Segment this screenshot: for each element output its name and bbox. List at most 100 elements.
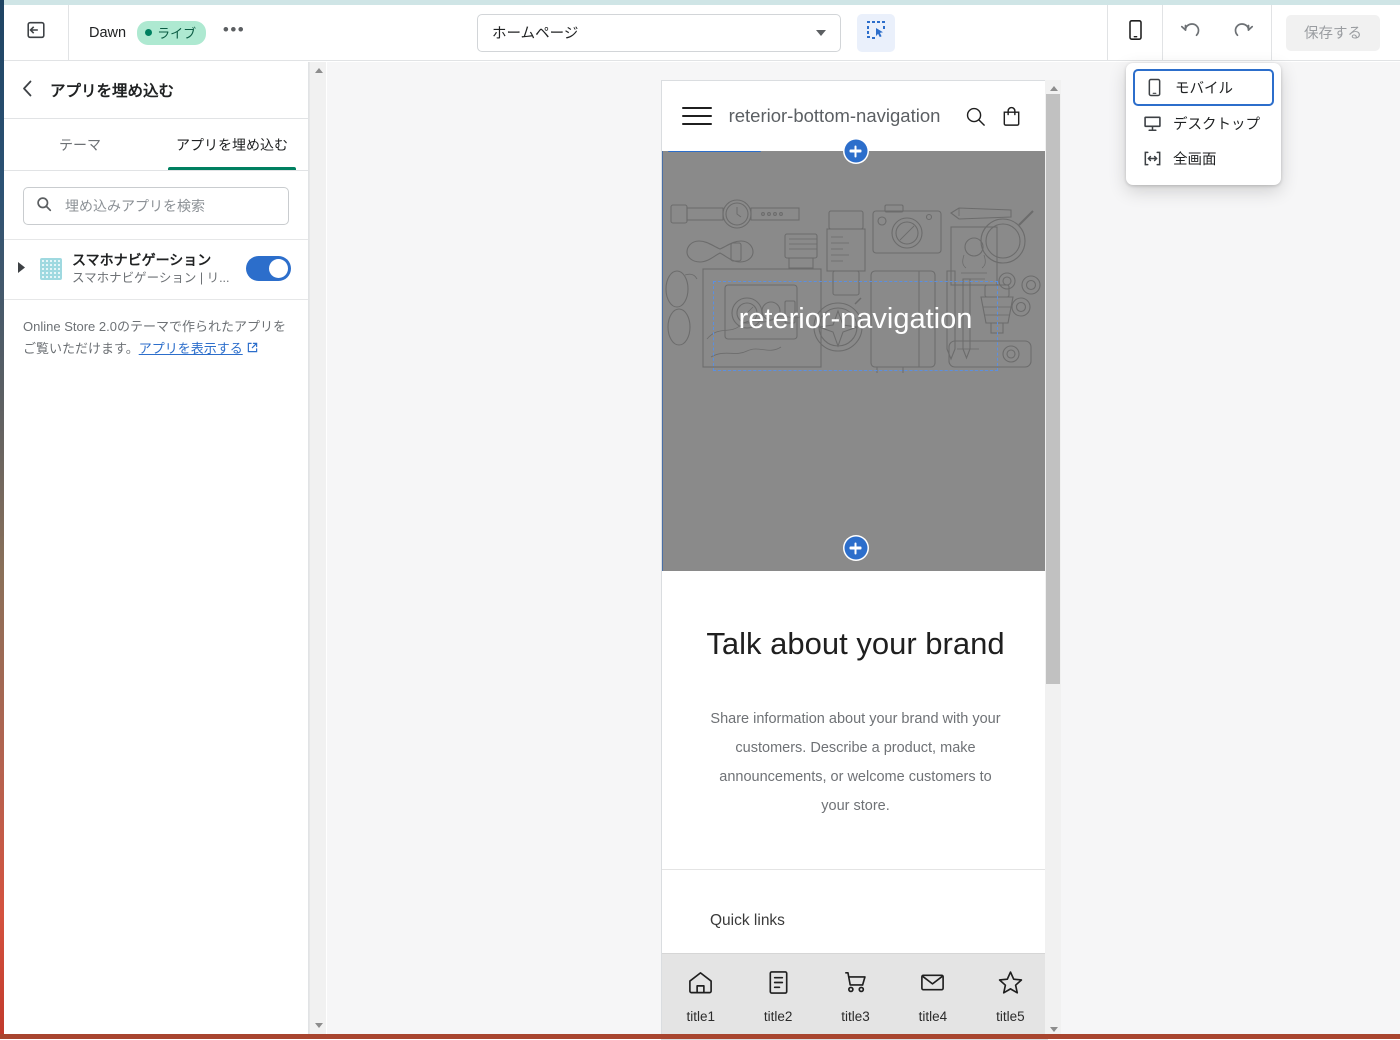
toggle-knob — [269, 259, 288, 279]
live-badge-label: ライブ — [157, 25, 197, 41]
preview-canvas: reterior-bottom-navigation reterior-navi… — [327, 62, 1400, 1040]
live-dot-icon — [145, 28, 153, 36]
bottom-nav-item-5[interactable]: title5 — [972, 969, 1047, 1024]
toolbar-divider-4 — [1271, 4, 1272, 61]
add-section-above-button[interactable] — [844, 139, 867, 163]
inspector-toggle-button[interactable] — [857, 13, 896, 52]
chevron-down-icon — [816, 29, 827, 36]
chevron-down-icon — [314, 1023, 323, 1028]
scroll-down-arrow[interactable] — [310, 1017, 327, 1034]
search-icon[interactable] — [957, 105, 993, 128]
app-name: スマホナビゲーション — [72, 252, 212, 268]
chevron-up-icon — [314, 68, 323, 73]
app-embed-texts: スマホナビゲーション スマホナビゲーション | リ... — [72, 252, 236, 286]
quick-links-title: Quick links — [710, 911, 785, 929]
bottom-nav-label: title2 — [763, 1009, 793, 1024]
tab-theme[interactable]: テーマ — [4, 119, 156, 170]
search-box[interactable] — [23, 187, 289, 225]
undo-button[interactable] — [1163, 5, 1217, 61]
preview-scrollbar[interactable] — [1045, 80, 1061, 1038]
device-preview-button[interactable] — [1108, 5, 1162, 61]
external-link-icon — [247, 338, 258, 360]
banner-overlay-text: reterior-navigation — [738, 303, 973, 335]
exit-editor-button[interactable] — [4, 5, 68, 61]
rich-text-body: Share information about your brand with … — [710, 710, 1001, 814]
search-area — [4, 171, 308, 239]
device-menu-item-fullscreen[interactable]: 全画面 — [1133, 141, 1274, 176]
section-label-badge: 画像バナー — [668, 151, 762, 152]
mobile-icon — [1144, 78, 1164, 97]
theme-info-block: Dawn ライブ ••• — [69, 5, 265, 61]
toolbar-right: 保存する — [1107, 4, 1400, 61]
page-selector[interactable]: ホームページ — [477, 13, 842, 52]
bottom-nav-item-2[interactable]: title2 — [739, 969, 816, 1024]
page-title: アプリを埋め込む — [50, 83, 175, 100]
app-thumbnail-icon — [40, 257, 62, 280]
toolbar-center: ホームページ — [265, 13, 1107, 52]
preview-scroll-thumb[interactable] — [1046, 94, 1060, 684]
window-left-edge — [0, 0, 4, 1039]
bottom-nav-label: title4 — [918, 1009, 948, 1024]
scroll-up-arrow[interactable] — [310, 62, 327, 79]
cart-icon — [842, 969, 869, 1001]
rich-text-heading: Talk about your brand — [706, 626, 1005, 661]
sidebar-scrollbar[interactable] — [309, 62, 326, 1034]
tab-app-embeds[interactable]: アプリを埋め込む — [156, 119, 308, 170]
desktop-icon — [1142, 115, 1162, 132]
chevron-down-icon — [1049, 1027, 1058, 1032]
device-menu-item-desktop[interactable]: デスクトップ — [1133, 106, 1274, 141]
document-icon — [765, 969, 792, 1001]
sidebar-tabs: テーマ アプリを埋め込む — [4, 119, 308, 171]
page-selector-value: ホームページ — [492, 26, 579, 42]
fullscreen-icon — [1142, 150, 1162, 167]
tab-label: アプリを埋め込む — [176, 136, 288, 153]
left-sidebar: アプリを埋め込む テーマ アプリを埋め込む スマホナビゲーション スマホナビゲー… — [4, 62, 309, 1034]
bottom-navigation-bar: title1 title2 title3 title4 title5 — [662, 953, 1047, 1039]
device-menu-label: 全画面 — [1173, 152, 1217, 168]
store-title: reterior-bottom-navigation — [728, 104, 941, 126]
top-toolbar: Dawn ライブ ••• ホームページ 保存する — [4, 4, 1400, 61]
rich-text-section[interactable]: Talk about your brand Share information … — [662, 571, 1047, 869]
sidebar-header: アプリを埋め込む — [4, 62, 308, 119]
redo-icon — [1232, 18, 1256, 47]
exit-icon — [25, 19, 47, 46]
search-input[interactable] — [63, 197, 276, 215]
hamburger-icon[interactable] — [682, 101, 712, 131]
home-icon — [687, 969, 714, 1001]
device-preview-menu: モバイル デスクトップ 全画面 — [1126, 63, 1281, 185]
preview-content: reterior-bottom-navigation reterior-navi… — [662, 81, 1047, 1039]
back-button[interactable] — [22, 80, 33, 100]
bottom-nav-item-1[interactable]: title1 — [662, 969, 739, 1024]
envelope-icon — [919, 969, 946, 1001]
app-subtitle: スマホナビゲーション | リ... — [72, 270, 230, 285]
shopping-bag-icon[interactable] — [993, 105, 1029, 128]
app-embed-row[interactable]: スマホナビゲーション スマホナビゲーション | リ... — [4, 239, 308, 300]
device-menu-item-mobile[interactable]: モバイル — [1133, 69, 1274, 106]
device-menu-label: モバイル — [1175, 81, 1233, 97]
bottom-nav-label: title5 — [996, 1009, 1025, 1024]
more-options-button[interactable]: ••• — [217, 18, 251, 48]
sidebar-note: Online Store 2.0のテーマで作られたアプリをご覧いただけます。アプ… — [4, 300, 308, 361]
chevron-up-icon — [1049, 86, 1058, 91]
mobile-icon — [1126, 19, 1145, 46]
theme-name: Dawn — [89, 24, 127, 41]
app-enable-toggle[interactable] — [246, 256, 291, 282]
store-preview-frame: reterior-bottom-navigation reterior-navi… — [661, 80, 1048, 1040]
view-apps-link[interactable]: アプリを表示する — [139, 341, 243, 356]
image-banner-section: 画像バナー — [662, 139, 1047, 571]
select-region-icon — [866, 20, 886, 45]
bottom-nav-item-4[interactable]: title4 — [894, 969, 971, 1024]
chevron-right-icon[interactable] — [18, 262, 30, 275]
tab-label: テーマ — [59, 136, 101, 153]
bottom-nav-label: title1 — [686, 1009, 715, 1024]
bottom-nav-item-3[interactable]: title3 — [817, 969, 894, 1024]
star-icon — [997, 969, 1024, 1001]
save-button[interactable]: 保存する — [1286, 14, 1380, 51]
device-menu-label: デスクトップ — [1173, 117, 1260, 133]
search-icon — [36, 196, 52, 217]
status-badge: ライブ — [137, 20, 207, 45]
redo-button[interactable] — [1217, 5, 1271, 61]
bottom-nav-label: title3 — [841, 1009, 870, 1024]
add-section-below-button[interactable] — [844, 536, 867, 560]
image-banner[interactable]: 画像バナー — [662, 151, 1047, 571]
